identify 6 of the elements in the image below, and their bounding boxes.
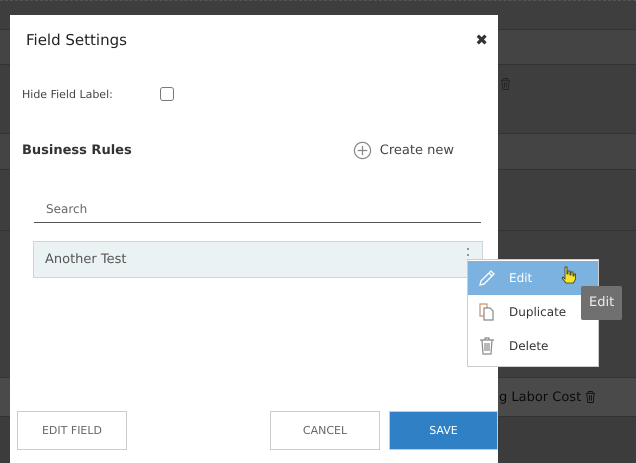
rule-name: Another Test xyxy=(45,252,126,267)
section-heading: Business Rules xyxy=(22,143,132,158)
tooltip: Edit xyxy=(581,286,622,320)
row-label: g Labor Cost xyxy=(499,390,582,404)
field-label: Hide Field Label: xyxy=(22,88,114,100)
dialog-title: Field Settings xyxy=(26,31,127,49)
